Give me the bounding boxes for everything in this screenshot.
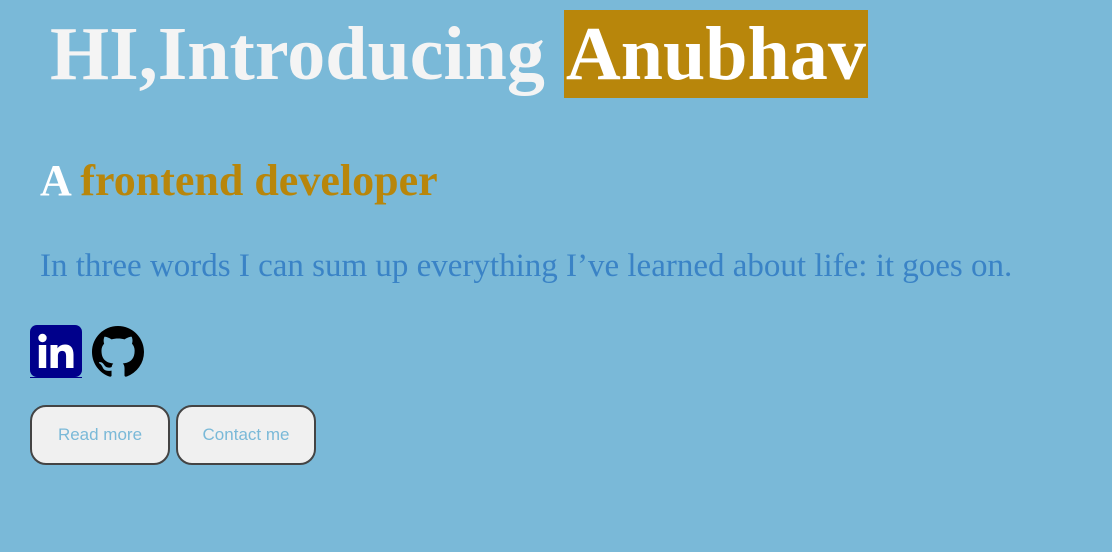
- social-links: [30, 325, 154, 378]
- hero-name-highlight: Anubhav: [563, 10, 868, 98]
- subtitle-role: frontend developer: [80, 156, 438, 205]
- contact-me-button[interactable]: Contact me: [176, 405, 316, 465]
- github-link[interactable]: [92, 326, 144, 378]
- linkedin-icon: [30, 325, 82, 377]
- linkedin-link[interactable]: [30, 325, 82, 378]
- hero-greeting: HI,Introducing: [50, 12, 564, 96]
- github-icon: [92, 326, 144, 377]
- action-buttons: Read more Contact me: [30, 405, 316, 465]
- subtitle: A frontend developer: [40, 156, 438, 206]
- subtitle-prefix: A: [40, 156, 81, 205]
- hero-title: HI,Introducing Anubhav: [50, 10, 868, 98]
- read-more-button[interactable]: Read more: [30, 405, 170, 465]
- quote-text: In three words I can sum up everything I…: [40, 248, 1013, 284]
